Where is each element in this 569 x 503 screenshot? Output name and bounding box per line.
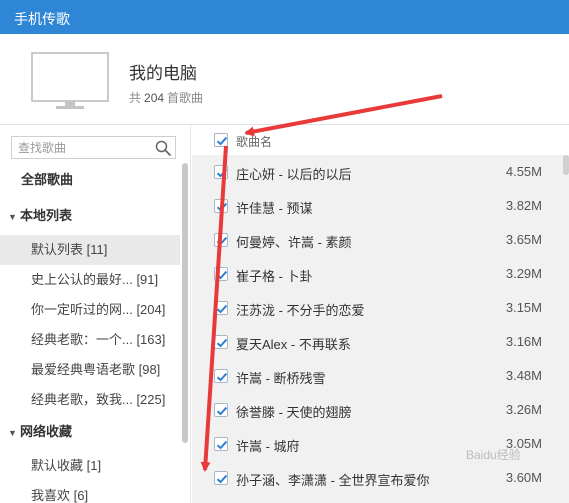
search-icon[interactable] xyxy=(154,139,172,157)
sidebar-item-playlist[interactable]: 你一定听过的网... [204] xyxy=(0,295,180,325)
sidebar-group-network[interactable]: ▼ 网络收藏 xyxy=(0,417,180,447)
monitor-icon xyxy=(31,52,109,109)
title-bar: 手机传歌 xyxy=(0,0,569,34)
check-icon xyxy=(216,202,228,212)
song-checkbox[interactable] xyxy=(214,301,228,315)
sidebar-group-label: 网络收藏 xyxy=(20,424,73,439)
sidebar-group-label: 本地列表 xyxy=(20,208,73,223)
search-box xyxy=(11,136,176,159)
song-row[interactable]: 徐誉滕 - 天使的翅膀 3.26M xyxy=(192,393,562,427)
song-count-suffix: 首歌曲 xyxy=(167,91,204,105)
song-title: 何曼婷、许嵩 - 素颜 xyxy=(236,235,352,250)
song-checkbox[interactable] xyxy=(214,369,228,383)
collapse-icon: ▼ xyxy=(8,212,17,222)
song-size: 3.60M xyxy=(505,470,542,485)
song-row[interactable]: 崔子格 - 卜卦 3.29M xyxy=(192,257,562,291)
collapse-icon: ▼ xyxy=(8,428,17,438)
song-title: 汪苏泷 - 不分手的恋爱 xyxy=(236,303,365,318)
sidebar: 全部歌曲 ▼本地列表 默认列表 [11] 史上公认的最好... [91] 你一定… xyxy=(0,125,191,503)
song-size: 3.29M xyxy=(505,266,542,281)
sidebar-item-playlist[interactable]: 经典老歌：一个... [163] xyxy=(0,325,180,355)
check-icon xyxy=(216,270,228,280)
song-size: 3.15M xyxy=(505,300,542,315)
song-title: 许佳慧 - 预谋 xyxy=(236,201,313,216)
sidebar-all-songs[interactable]: 全部歌曲 xyxy=(0,165,180,195)
sidebar-item-liked[interactable]: 我喜欢 [6] xyxy=(0,481,180,503)
song-count: 共 204 首歌曲 xyxy=(129,89,203,106)
song-checkbox[interactable] xyxy=(214,403,228,417)
song-title: 许嵩 - 断桥残雪 xyxy=(236,371,326,386)
song-checkbox[interactable] xyxy=(214,165,228,179)
song-title: 许嵩 - 城府 xyxy=(236,439,300,454)
device-name: 我的电脑 xyxy=(129,64,197,83)
song-title: 崔子格 - 卜卦 xyxy=(236,269,313,284)
song-checkbox[interactable] xyxy=(214,335,228,349)
list-scrollbar[interactable] xyxy=(563,155,569,175)
song-title: 徐誉滕 - 天使的翅膀 xyxy=(236,405,352,420)
check-icon xyxy=(216,136,228,146)
song-count-value: 204 xyxy=(144,91,165,105)
watermark: Baidu经验 xyxy=(466,448,521,462)
song-row[interactable]: 夏天Alex - 不再联系 3.16M xyxy=(192,325,562,359)
sidebar-item-default-list[interactable]: 默认列表 [11] xyxy=(0,235,180,265)
song-size: 3.16M xyxy=(505,334,542,349)
check-icon xyxy=(216,236,228,246)
sidebar-group-local[interactable]: ▼ 本地列表 xyxy=(0,201,180,231)
song-title: 夏天Alex - 不再联系 xyxy=(236,337,351,352)
song-count-prefix: 共 xyxy=(129,91,142,105)
app-title: 手机传歌 xyxy=(14,11,70,27)
sidebar-scrollbar[interactable] xyxy=(182,163,188,443)
song-size: 3.48M xyxy=(505,368,542,383)
select-all-checkbox[interactable] xyxy=(214,133,228,147)
song-row[interactable]: 许嵩 - 断桥残雪 3.48M xyxy=(192,359,562,393)
song-title: 孙子涵、李潇潇 - 全世界宣布爱你 xyxy=(236,473,430,488)
search-input[interactable] xyxy=(12,137,152,158)
song-size: 4.55M xyxy=(505,164,542,179)
check-icon xyxy=(216,338,228,348)
song-size: 3.82M xyxy=(505,198,542,213)
check-icon xyxy=(216,304,228,314)
song-row[interactable]: 汪苏泷 - 不分手的恋爱 3.15M xyxy=(192,291,562,325)
check-icon xyxy=(216,372,228,382)
list-header: 歌曲名 xyxy=(192,125,569,155)
check-icon xyxy=(216,168,228,178)
check-icon xyxy=(216,474,228,484)
sidebar-item-favorites[interactable]: 默认收藏 [1] xyxy=(0,451,180,481)
sidebar-item-playlist[interactable]: 最爱经典粤语老歌 [98] xyxy=(0,355,180,385)
song-checkbox[interactable] xyxy=(214,199,228,213)
song-row[interactable]: 许佳慧 - 预谋 3.82M xyxy=(192,189,562,223)
check-icon xyxy=(216,406,228,416)
song-checkbox[interactable] xyxy=(214,233,228,247)
song-title: 庄心妍 - 以后的以后 xyxy=(236,167,352,182)
song-size: 3.26M xyxy=(505,402,542,417)
device-header: 我的电脑 共 204 首歌曲 xyxy=(0,34,569,125)
sidebar-item-playlist[interactable]: 史上公认的最好... [91] xyxy=(0,265,180,295)
sidebar-item-playlist[interactable]: 经典老歌，致我... [225] xyxy=(0,385,180,415)
song-row[interactable]: 何曼婷、许嵩 - 素颜 3.65M xyxy=(192,223,562,257)
song-checkbox[interactable] xyxy=(214,267,228,281)
song-size: 3.65M xyxy=(505,232,542,247)
song-row[interactable]: 庄心妍 - 以后的以后 4.55M xyxy=(192,155,562,189)
check-icon xyxy=(216,440,228,450)
song-checkbox[interactable] xyxy=(214,471,228,485)
song-row[interactable]: 孙子涵、李潇潇 - 全世界宣布爱你 3.60M xyxy=(192,461,562,495)
song-checkbox[interactable] xyxy=(214,437,228,451)
column-header-song-name[interactable]: 歌曲名 xyxy=(236,133,272,150)
